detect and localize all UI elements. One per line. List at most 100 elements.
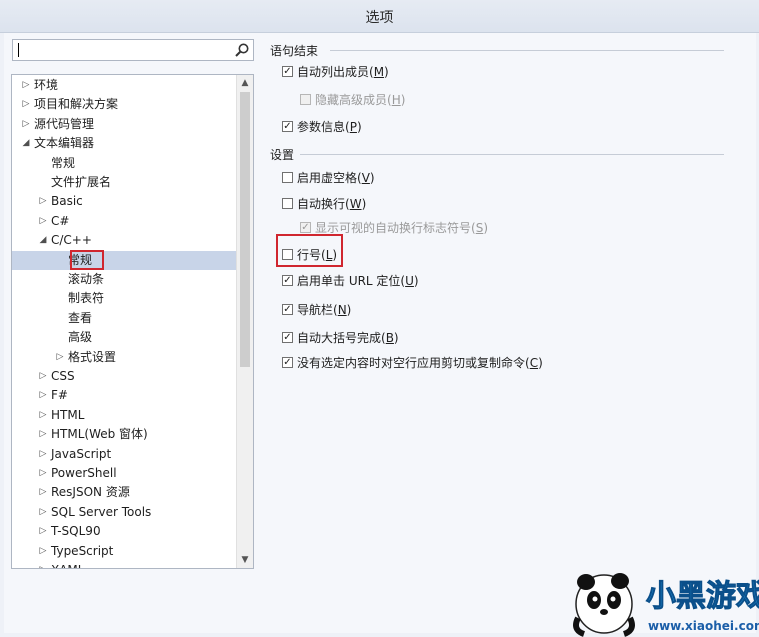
tree-item-label: PowerShell — [51, 466, 117, 480]
tree-item-label: C/C++ — [51, 233, 92, 248]
option-label-suffix: ) — [384, 65, 389, 79]
collapsed-arrow-icon[interactable]: ▷ — [21, 115, 31, 134]
tree-item-label: 常规 — [51, 155, 76, 170]
tree-item-label: 格式设置 — [68, 349, 117, 364]
search-input[interactable] — [12, 39, 254, 61]
tree-item-label: CSS — [51, 369, 75, 383]
tree-item[interactable]: ▷ ResJSON 资源 — [12, 483, 238, 502]
tree-item[interactable]: 常规 — [12, 154, 238, 173]
checkbox-checked-icon[interactable]: ✓ — [282, 275, 293, 286]
option-access-key: C — [529, 356, 539, 370]
tree-scrollbar[interactable]: ▲ ▼ — [236, 75, 253, 568]
collapsed-arrow-icon[interactable]: ▷ — [38, 425, 48, 444]
tree-item[interactable]: 滚动条 — [12, 270, 238, 289]
watermark-url: www.xiaohei.com — [648, 619, 759, 633]
text-caret — [18, 43, 19, 57]
highlight-box-general — [70, 250, 104, 270]
expanded-arrow-icon[interactable]: ◢ — [21, 134, 31, 153]
xiaohei-watermark-logo: 小黑游戏 www.xiaohei.com — [573, 573, 759, 637]
option-label-suffix: ) — [346, 303, 352, 317]
tree-item[interactable]: ▷ SQL Server Tools — [12, 503, 238, 522]
scroll-down-icon[interactable]: ▼ — [237, 552, 253, 568]
tree-item[interactable]: ▷ C# — [12, 212, 238, 231]
checkbox-checked-icon: ✓ — [300, 222, 311, 233]
tree-item[interactable]: 高级 — [12, 328, 238, 347]
option-label-suffix: ) — [538, 356, 543, 370]
option-access-key: W — [349, 197, 362, 211]
scroll-up-icon[interactable]: ▲ — [237, 75, 253, 91]
collapsed-arrow-icon[interactable]: ▷ — [21, 76, 31, 95]
checkbox-checked-icon[interactable]: ✓ — [282, 357, 293, 368]
option-access-key: V — [361, 171, 370, 185]
tree-item[interactable]: ▷ F# — [12, 386, 238, 405]
options-tree[interactable]: ▷XAML▷TypeScript▷T-SQL90▷SQL Server Tool… — [11, 74, 254, 569]
collapsed-arrow-icon[interactable]: ▷ — [38, 503, 48, 522]
tree-item[interactable]: ▷ TypeScript — [12, 542, 238, 561]
collapsed-arrow-icon[interactable]: ▷ — [38, 192, 48, 211]
checkbox-unchecked-icon[interactable] — [282, 172, 293, 183]
expanded-arrow-icon[interactable]: ◢ — [38, 231, 48, 250]
tree-item[interactable]: 查看 — [12, 309, 238, 328]
checkbox-checked-icon[interactable]: ✓ — [282, 121, 293, 132]
collapsed-arrow-icon[interactable]: ▷ — [38, 367, 48, 386]
scroll-thumb[interactable] — [240, 92, 250, 367]
option-label: 导航栏(N) — [297, 301, 351, 319]
search-icon[interactable] — [234, 42, 250, 58]
tree-item[interactable]: ▷ 源代码管理 — [12, 115, 238, 134]
tree-item[interactable]: ▷ Basic — [12, 192, 238, 211]
tree-item[interactable]: ▷ 格式设置 — [12, 348, 238, 367]
tree-item-label: ResJSON 资源 — [51, 485, 130, 500]
tree-item-label: T-SQL90 — [51, 524, 101, 539]
section-title-settings: 设置 — [270, 148, 295, 162]
option-access-key: P — [349, 120, 357, 134]
checkbox-checked-icon[interactable]: ✓ — [282, 66, 293, 77]
tree-item[interactable]: ▷ T-SQL90 — [12, 522, 238, 541]
tree-item-label: 制表符 — [68, 291, 105, 306]
option-label-text: 启用虚空格( — [297, 171, 362, 185]
option-label-text: 没有选定内容时对空行应用剪切或复制命令( — [297, 356, 530, 370]
tree-item[interactable]: ▷ CSS — [12, 367, 238, 386]
tree-item[interactable]: ▷ 项目和解决方案 — [12, 95, 238, 114]
tree-item[interactable]: 常规 — [12, 250, 238, 270]
collapsed-arrow-icon[interactable]: ▷ — [38, 406, 48, 425]
collapsed-arrow-icon[interactable]: ▷ — [55, 348, 65, 367]
collapsed-arrow-icon[interactable]: ▷ — [38, 386, 48, 405]
tree-item[interactable]: ▷XAML — [12, 561, 238, 568]
checkbox-checked-icon[interactable]: ✓ — [282, 332, 293, 343]
collapsed-arrow-icon[interactable]: ▷ — [38, 464, 48, 483]
tree-item[interactable]: ▷ JavaScript — [12, 445, 238, 464]
tree-item[interactable]: ▷ 环境 — [12, 76, 238, 95]
window-title: 选项 — [365, 10, 394, 26]
tree-item-label: C# — [51, 213, 70, 228]
tree-item-label: F# — [51, 388, 68, 403]
tree-item[interactable]: ◢ 文本编辑器 — [12, 134, 238, 153]
collapsed-arrow-icon[interactable]: ▷ — [38, 483, 48, 502]
tree-item[interactable]: ▷ HTML — [12, 406, 238, 425]
option-label-text: 参数信息( — [297, 120, 350, 134]
collapsed-arrow-icon[interactable]: ▷ — [38, 445, 48, 464]
collapsed-arrow-icon[interactable]: ▷ — [38, 522, 48, 541]
tree-item-label: 文件扩展名 — [51, 175, 112, 189]
checkbox-unchecked-icon — [300, 94, 311, 105]
tree-item[interactable]: ◢ C/C++ — [12, 231, 238, 250]
collapsed-arrow-icon[interactable]: ▷ — [38, 212, 48, 231]
tree-item-label: 高级 — [68, 330, 93, 345]
tree-item-label: TypeScript — [51, 543, 114, 558]
title-bar: 选项 — [0, 0, 759, 33]
option-access-key: N — [337, 303, 347, 317]
option-label: 没有选定内容时对空行应用剪切或复制命令(C) — [297, 354, 543, 372]
tree-item-label: 源代码管理 — [34, 116, 95, 131]
tree-item[interactable]: ▷ PowerShell — [12, 464, 238, 483]
tree-item[interactable]: 文件扩展名 — [12, 173, 238, 192]
collapsed-arrow-icon[interactable]: ▷ — [38, 561, 48, 568]
option-label-text: 自动大括号完成( — [297, 331, 386, 345]
checkbox-checked-icon[interactable]: ✓ — [282, 304, 293, 315]
collapsed-arrow-icon[interactable]: ▷ — [38, 542, 48, 561]
option-label-suffix: ) — [483, 221, 488, 235]
option-label-suffix: ) — [400, 93, 406, 107]
checkbox-unchecked-icon[interactable] — [282, 198, 293, 209]
option-label: 自动换行(W) — [297, 195, 366, 213]
tree-item[interactable]: 制表符 — [12, 289, 238, 308]
collapsed-arrow-icon[interactable]: ▷ — [21, 95, 31, 114]
tree-item[interactable]: ▷ HTML(Web 窗体) — [12, 425, 238, 444]
